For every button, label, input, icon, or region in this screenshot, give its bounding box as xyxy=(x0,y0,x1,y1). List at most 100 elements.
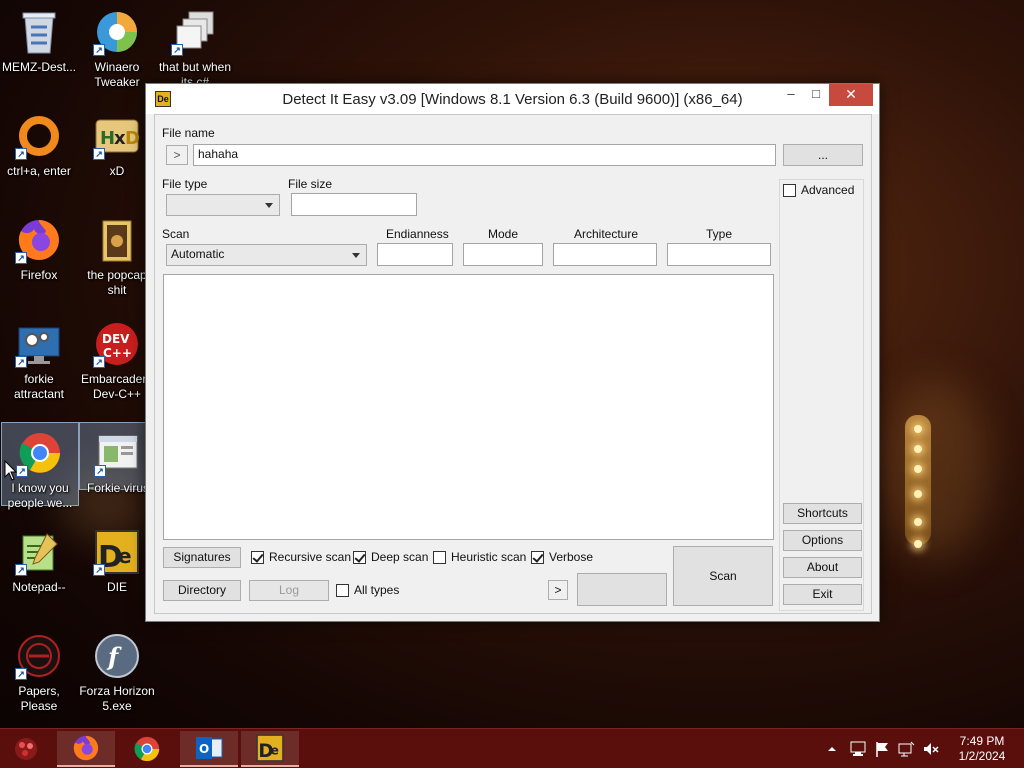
window-title: Detect It Easy v3.09 [Windows 8.1 Versio… xyxy=(282,91,743,108)
die-icon: De ↗ xyxy=(93,528,141,576)
architecture-field[interactable] xyxy=(553,243,657,266)
deep-scan-checkbox[interactable]: Deep scan xyxy=(353,550,428,564)
show-hidden-icons-button[interactable] xyxy=(826,743,838,755)
chrome-icon xyxy=(134,736,160,762)
desktop-icon-forkie-attractant[interactable]: ↗ forkie attractant xyxy=(0,314,78,414)
wallpaper-light xyxy=(914,425,922,433)
shortcut-arrow-icon: ↗ xyxy=(94,465,106,477)
desktop-icon-firefox[interactable]: ↗ Firefox xyxy=(0,210,78,310)
scan-mode-dropdown[interactable]: Automatic xyxy=(166,244,367,266)
advanced-checkbox[interactable]: Advanced xyxy=(783,183,854,197)
wallpaper-light xyxy=(914,518,922,526)
desktop-icon-notepad[interactable]: ↗ Notepad-- xyxy=(0,522,78,622)
exit-button[interactable]: Exit xyxy=(783,584,862,605)
devcpp-icon: DEV C++ ↗ xyxy=(93,320,141,368)
scan-mode-value: Automatic xyxy=(171,247,225,261)
display-icon xyxy=(898,741,915,757)
window-titlebar[interactable]: De Detect It Easy v3.09 [Windows 8.1 Ver… xyxy=(146,84,879,114)
taskbar-clock[interactable]: 7:49 PM 1/2/2024 xyxy=(952,734,1012,764)
shortcut-arrow-icon: ↗ xyxy=(93,44,105,56)
wallpaper-light xyxy=(914,540,922,548)
desktop-icon-label: Notepad-- xyxy=(12,580,66,594)
shortcut-arrow-icon: ↗ xyxy=(93,564,105,576)
architecture-label: Architecture xyxy=(574,227,639,241)
type-field[interactable] xyxy=(667,243,771,266)
desktop-icon-label: Forza Horizon 5.exe xyxy=(79,684,155,713)
desktop-icon-forza[interactable]: f Forza Horizon 5.exe xyxy=(78,626,156,726)
recursive-scan-checkbox[interactable]: Recursive scan xyxy=(251,550,351,564)
tray-display-icon[interactable] xyxy=(898,740,916,758)
options-button[interactable]: Options xyxy=(783,530,862,551)
heuristic-scan-label: Heuristic scan xyxy=(451,550,527,564)
about-button[interactable]: About xyxy=(783,557,862,578)
checkbox-box xyxy=(531,550,544,564)
shortcut-arrow-icon: ↗ xyxy=(15,148,27,160)
hxd-icon: HxD ↗ xyxy=(93,112,141,160)
results-panel[interactable] xyxy=(163,274,774,540)
shortcuts-button[interactable]: Shortcuts xyxy=(783,503,862,524)
arrow-button[interactable]: > xyxy=(548,580,568,600)
history-button[interactable]: > xyxy=(166,145,188,165)
close-button[interactable]: ✕ xyxy=(829,84,873,106)
signatures-button[interactable]: Signatures xyxy=(163,547,241,568)
monitor-gear-icon: ↗ xyxy=(15,320,63,368)
desktop-icon-recycle-bin[interactable]: MEMZ-Dest... xyxy=(0,2,78,102)
desktop-icon-label: I know you people we... xyxy=(7,481,73,510)
desktop-icon-ctrl-a-enter[interactable]: ↗ ctrl+a, enter xyxy=(0,106,78,206)
mode-label: Mode xyxy=(488,227,519,241)
log-button[interactable]: Log xyxy=(249,580,329,601)
svg-text:e: e xyxy=(271,744,279,758)
shortcut-arrow-icon: ↗ xyxy=(93,148,105,160)
window-client-area: File name > hahaha ... File type File si… xyxy=(154,114,872,614)
endianness-label: Endianness xyxy=(386,227,449,241)
windows-stack-icon: ↗ xyxy=(171,8,219,56)
scan-label: Scan xyxy=(162,227,190,241)
taskbar-outlook[interactable]: O xyxy=(180,731,238,767)
svg-text:D: D xyxy=(125,128,140,149)
mode-field[interactable] xyxy=(463,243,543,266)
advanced-label: Advanced xyxy=(801,183,855,197)
wallpaper-light xyxy=(914,490,922,498)
scan-button[interactable]: Scan xyxy=(673,546,773,606)
checkbox-box xyxy=(433,550,446,564)
app-window-icon: ↗ xyxy=(94,429,142,477)
svg-text:DEV: DEV xyxy=(102,332,130,346)
chevron-up-icon xyxy=(828,747,836,751)
browse-button[interactable]: ... xyxy=(783,144,863,166)
shortcut-arrow-icon: ↗ xyxy=(15,252,27,264)
desktop-icon-papers-please[interactable]: ↗ Papers, Please xyxy=(0,626,78,726)
desktop-icon-label: MEMZ-Dest... xyxy=(2,60,76,74)
volume-muted-icon xyxy=(924,743,939,755)
checkbox-box xyxy=(353,550,366,564)
taskbar-chrome[interactable] xyxy=(118,731,176,767)
tray-volume-icon[interactable] xyxy=(922,740,940,758)
minimize-button[interactable]: – xyxy=(777,84,805,106)
file-type-label: File type xyxy=(162,177,208,191)
endianness-field[interactable] xyxy=(377,243,453,266)
chevron-down-icon xyxy=(352,253,360,258)
file-size-field[interactable] xyxy=(291,193,417,216)
file-type-dropdown[interactable] xyxy=(166,194,280,216)
flash-icon: f xyxy=(93,632,141,680)
shortcut-arrow-icon: ↗ xyxy=(15,564,27,576)
file-name-field[interactable]: hahaha xyxy=(193,144,776,166)
directory-button[interactable]: Directory xyxy=(163,580,241,601)
file-name-label: File name xyxy=(162,126,215,140)
tray-flag-icon[interactable] xyxy=(874,740,892,758)
folder-icon xyxy=(93,216,141,264)
chrome-icon: ↗ xyxy=(16,429,64,477)
desktop-icon-label: Papers, Please xyxy=(18,684,60,713)
verbose-checkbox[interactable]: Verbose xyxy=(531,550,593,564)
svg-text:H: H xyxy=(100,128,115,149)
start-button[interactable] xyxy=(0,731,52,767)
tray-network-icon[interactable] xyxy=(849,740,867,758)
all-types-checkbox[interactable]: All types xyxy=(336,583,399,597)
maximize-button[interactable]: □ xyxy=(802,84,830,106)
svg-text:C++: C++ xyxy=(103,346,132,360)
heuristic-scan-checkbox[interactable]: Heuristic scan xyxy=(433,550,526,564)
taskbar-firefox[interactable] xyxy=(57,731,115,767)
desktop-icon-label: Firefox xyxy=(20,268,58,282)
taskbar: O De 7:49 PM 1/2/2024 xyxy=(0,728,1024,768)
wallpaper-light xyxy=(914,465,922,473)
taskbar-die[interactable]: De xyxy=(241,731,299,767)
